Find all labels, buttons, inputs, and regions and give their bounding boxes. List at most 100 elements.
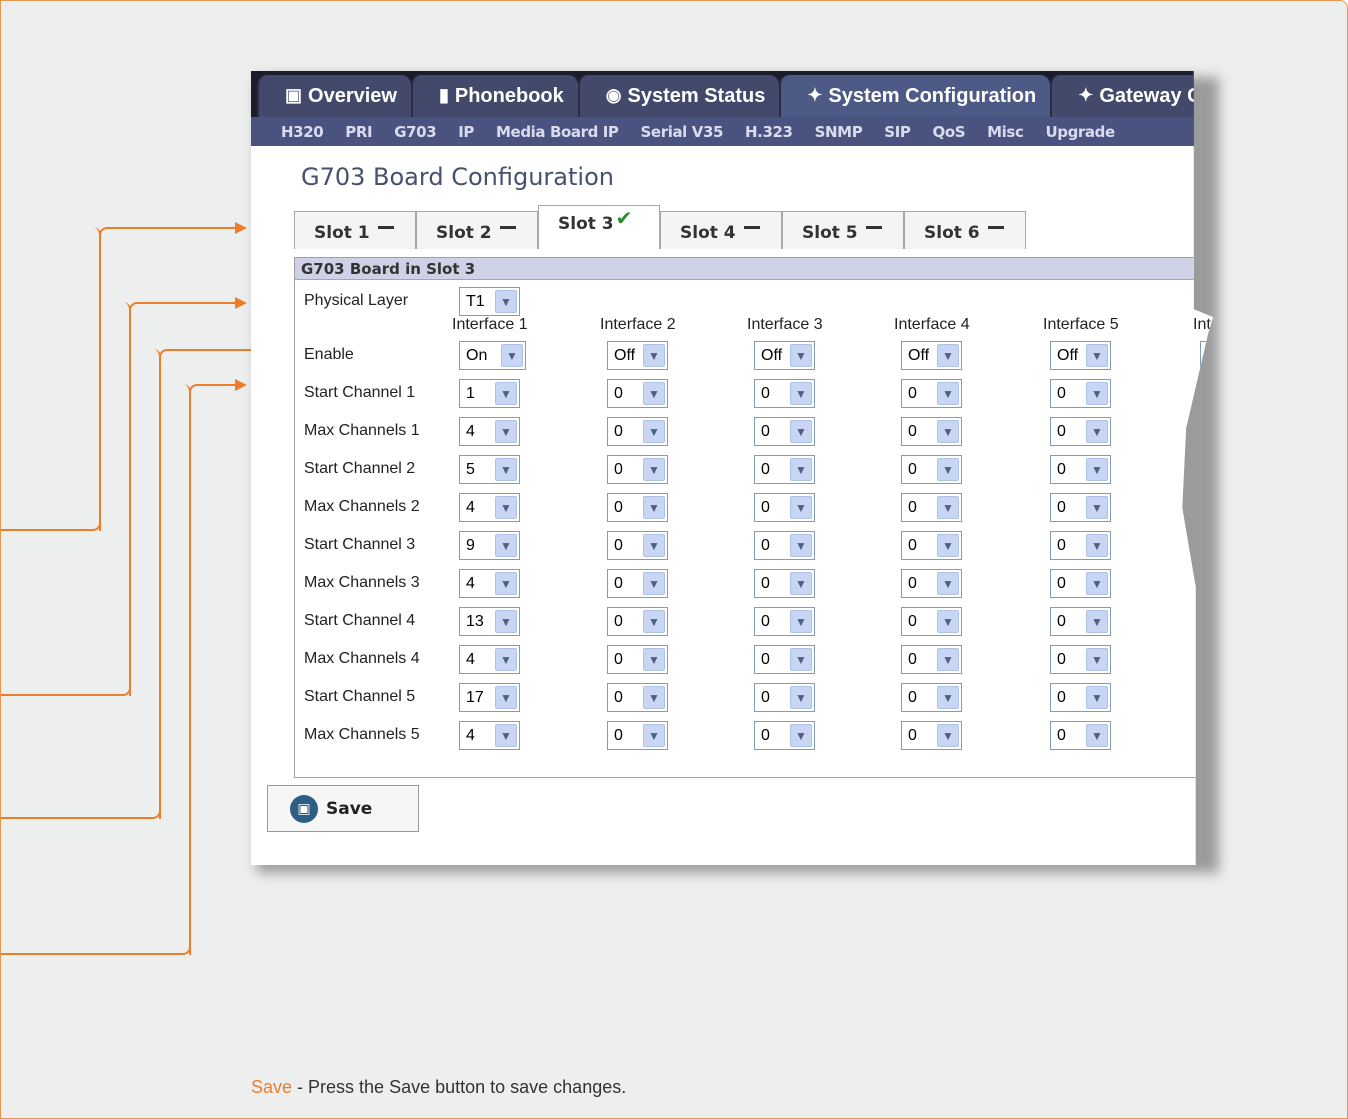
channel-select[interactable]: 0 ▼ [901,493,962,522]
tab-slot-3[interactable]: Slot 3 ✔ [538,205,660,249]
select-value: 0 [614,498,623,516]
chevron-down-icon: ▼ [937,496,959,519]
channel-select[interactable]: 1 ▼ [459,379,520,408]
channel-select[interactable]: 4 ▼ [459,493,520,522]
channel-select[interactable]: 4 ▼ [459,569,520,598]
subnav-misc[interactable]: Misc [987,123,1024,141]
channel-select[interactable]: 0 ▼ [754,531,815,560]
channel-select[interactable]: 4 ▼ [459,417,520,446]
tab-system-status[interactable]: ◉ System Status [577,75,780,119]
channel-select[interactable]: 0 ▼ [754,417,815,446]
channel-select[interactable]: 0 ▼ [1050,721,1111,750]
chevron-down-icon: ▼ [790,686,812,709]
channel-select[interactable]: 0 ▼ [607,455,668,484]
select-value: 0 [908,536,917,554]
channel-select[interactable]: 0 ▼ [901,569,962,598]
select-value: 0 [1057,574,1066,592]
tab-slot-2[interactable]: Slot 2 [416,211,538,249]
channel-select[interactable]: 0 ▼ [607,417,668,446]
tab-slot-6[interactable]: Slot 6 [904,211,1026,249]
channel-select[interactable]: 0 ▼ [754,645,815,674]
channel-select[interactable]: 0 ▼ [754,683,815,712]
channel-select[interactable]: 0 ▼ [754,493,815,522]
channel-select[interactable]: 0 ▼ [1050,683,1111,712]
channel-select[interactable]: Off ▼ [754,341,815,370]
channel-select[interactable]: 0 ▼ [1050,379,1111,408]
channel-select[interactable]: 0 ▼ [901,379,962,408]
tab-slot-4[interactable]: Slot 4 [660,211,782,249]
channel-select[interactable]: 0 ▼ [1050,493,1111,522]
tab-slot-1[interactable]: Slot 1 [294,211,416,249]
chevron-down-icon: ▼ [937,534,959,557]
channel-select[interactable]: 0 ▼ [901,721,962,750]
channel-select[interactable]: 17 ▼ [459,683,520,712]
channel-select[interactable]: 0 ▼ [607,607,668,636]
channel-select[interactable]: Off ▼ [901,341,962,370]
channel-select[interactable]: Off ▼ [1050,341,1111,370]
channel-select[interactable]: 9 ▼ [459,531,520,560]
channel-select[interactable]: 0 ▼ [901,417,962,446]
tab-phonebook[interactable]: ▮ Phonebook [410,75,578,119]
channel-select[interactable]: 13 ▼ [459,607,520,636]
channel-select[interactable]: 0 ▼ [901,607,962,636]
slot-label: Slot 5 [802,223,858,243]
select-value: 4 [466,650,475,668]
channel-select[interactable]: 0 ▼ [1050,455,1111,484]
subnav-h320[interactable]: H320 [281,123,324,141]
physical-layer-select[interactable]: T1 ▼ [459,287,520,316]
subnav-g703[interactable]: G703 [394,123,436,141]
tab-gateway[interactable]: ✦ Gateway C [1050,75,1213,119]
tab-system-configuration[interactable]: ✦ System Configuration [779,75,1051,119]
slot-label: Slot 4 [680,223,736,243]
subnav-snmp[interactable]: SNMP [815,123,863,141]
channel-select[interactable]: 0 ▼ [901,683,962,712]
subnav-serial-v35[interactable]: Serial V35 [641,123,724,141]
subnav-pri[interactable]: PRI [345,123,372,141]
subnav-upgrade[interactable]: Upgrade [1045,123,1115,141]
select-value: Off [908,346,930,364]
sub-nav: H320 PRI G703 IP Media Board IP Serial V… [251,117,1213,146]
channel-select[interactable]: 0 ▼ [754,721,815,750]
channel-select[interactable]: 0 ▼ [607,379,668,408]
channel-select[interactable]: 0 ▼ [607,721,668,750]
channel-select[interactable]: 4 ▼ [459,645,520,674]
channel-select[interactable]: 0 ▼ [607,493,668,522]
row-label: Max Channels 1 [304,422,420,439]
channel-select[interactable]: 0 ▼ [1050,531,1111,560]
save-button[interactable]: ▣ Save [267,785,419,832]
subnav-ip[interactable]: IP [458,123,474,141]
channel-select[interactable]: 0 ▼ [754,379,815,408]
channel-select[interactable]: 0 ▼ [754,607,815,636]
select-value: 0 [761,384,770,402]
channel-select[interactable]: On ▼ [459,341,526,370]
subnav-media-board-ip[interactable]: Media Board IP [496,123,619,141]
channel-select[interactable]: 0 ▼ [1050,645,1111,674]
channel-select[interactable]: 0 ▼ [607,569,668,598]
channel-select[interactable]: 5 ▼ [459,455,520,484]
channel-select[interactable]: 0 ▼ [607,531,668,560]
select-value: 17 [466,688,484,706]
subnav-h323[interactable]: H.323 [745,123,793,141]
channel-select[interactable]: 0 ▼ [754,569,815,598]
channel-select[interactable]: 0 ▼ [1050,607,1111,636]
tab-slot-5[interactable]: Slot 5 [782,211,904,249]
channel-select[interactable]: 4 ▼ [459,721,520,750]
row-label: Start Channel 5 [304,688,416,705]
channel-select[interactable]: 0 ▼ [754,455,815,484]
channel-select[interactable]: 0 ▼ [1050,417,1111,446]
channel-select[interactable]: 0 ▼ [607,645,668,674]
channel-select[interactable]: 0 ▼ [901,531,962,560]
select-value: 0 [761,726,770,744]
subnav-qos[interactable]: QoS [932,123,965,141]
channel-select[interactable]: 0 ▼ [901,645,962,674]
channel-select[interactable]: 0 ▼ [607,683,668,712]
tab-overview[interactable]: ▣ Overview [257,75,411,119]
channel-select[interactable]: 0 ▼ [901,455,962,484]
select-value: 0 [1057,498,1066,516]
chevron-down-icon: ▼ [1086,496,1108,519]
channel-select[interactable]: Off ▼ [607,341,668,370]
subnav-sip[interactable]: SIP [884,123,911,141]
chevron-down-icon: ▼ [1086,610,1108,633]
channel-select[interactable]: 0 ▼ [1050,569,1111,598]
select-value: 4 [466,498,475,516]
